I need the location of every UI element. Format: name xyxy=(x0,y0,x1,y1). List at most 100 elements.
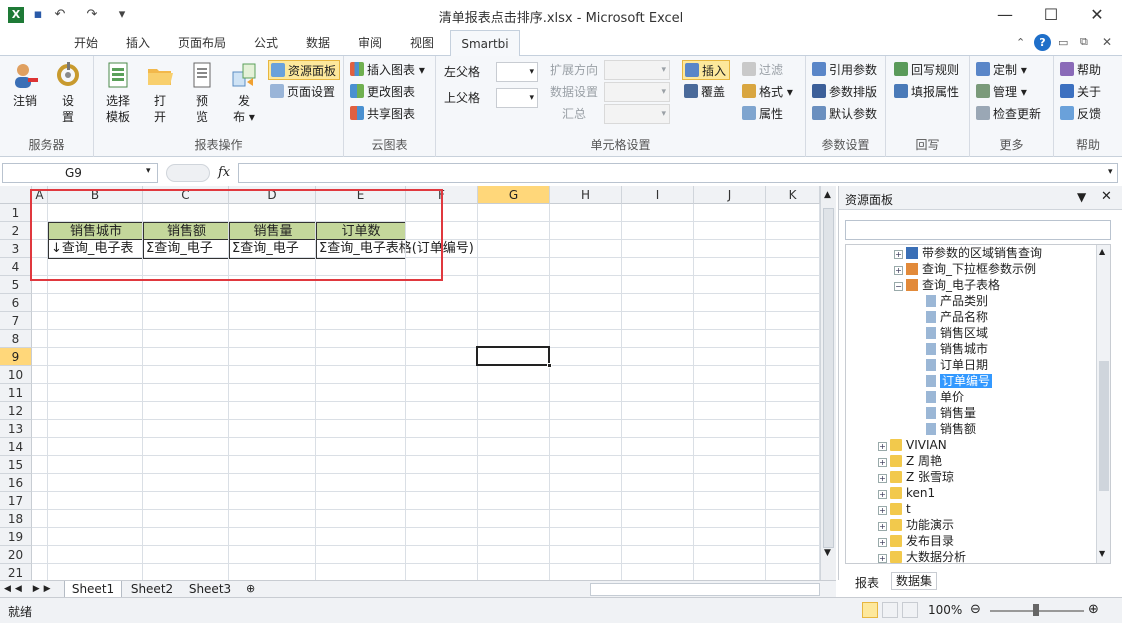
help-icon[interactable]: ? xyxy=(1034,34,1051,51)
row-header-3[interactable]: 3 xyxy=(0,240,32,258)
expand-formula-icon[interactable]: ▾ xyxy=(1108,167,1113,177)
new-sheet-icon[interactable]: ⊕ xyxy=(246,582,255,595)
tree-node[interactable]: + 带参数的区域销售查询 xyxy=(894,245,1042,261)
cite-param-button[interactable]: 引用参数 xyxy=(812,60,877,80)
fill-handle[interactable] xyxy=(547,363,552,368)
expand-icon[interactable]: + xyxy=(878,522,887,531)
settings-button[interactable]: 设 置 xyxy=(48,60,88,125)
sheet-tab-2[interactable]: Sheet2 xyxy=(124,581,180,598)
publish-button[interactable]: 发 布 ▾ xyxy=(226,60,262,125)
tree-node[interactable]: 销售量 xyxy=(926,405,976,421)
close-icon[interactable]: ✕ xyxy=(1074,0,1120,30)
collapse-ribbon-icon[interactable]: ⌃ xyxy=(1016,36,1025,49)
row-header-9[interactable]: 9 xyxy=(0,348,32,366)
tree-node[interactable]: + Z 张雪琼 xyxy=(878,469,954,485)
tab-insert[interactable]: 插入 xyxy=(114,30,162,56)
tree-node[interactable]: 销售城市 xyxy=(926,341,988,357)
expand-icon[interactable]: + xyxy=(878,506,887,515)
page-break-view-icon[interactable] xyxy=(902,602,918,618)
tree-scroll-down-icon[interactable]: ▼ xyxy=(1099,549,1105,558)
row-header-21[interactable]: 21 xyxy=(0,564,32,580)
name-box[interactable]: G9 xyxy=(2,163,158,183)
tab-view[interactable]: 视图 xyxy=(400,30,444,56)
tree-node[interactable]: + VIVIAN xyxy=(878,437,947,453)
zoom-in-icon[interactable]: ⊕ xyxy=(1088,602,1099,617)
tab-review[interactable]: 审阅 xyxy=(348,30,392,56)
sheet-tab-1[interactable]: Sheet1 xyxy=(64,581,122,598)
row-header-13[interactable]: 13 xyxy=(0,420,32,438)
tree-node[interactable]: + 查询_下拉框参数示例 xyxy=(894,261,1036,277)
tree-node[interactable]: + 功能演示 xyxy=(878,517,954,533)
preview-button[interactable]: 预 览 xyxy=(184,60,220,125)
tree-node[interactable]: + ken1 xyxy=(878,485,935,501)
tree-node[interactable]: 订单编号 xyxy=(926,373,993,389)
maximize-icon[interactable]: ☐ xyxy=(1028,0,1074,30)
tree-node[interactable]: 销售区域 xyxy=(926,325,988,341)
writeback-rule-button[interactable]: 回写规则 xyxy=(894,60,959,80)
row-header-6[interactable]: 6 xyxy=(0,294,32,312)
expand-icon[interactable]: + xyxy=(878,538,887,547)
left-parent-select[interactable]: ▾ xyxy=(496,62,538,82)
fill-property-button[interactable]: 填报属性 xyxy=(894,82,959,102)
panel-tab-datasets[interactable]: 数据集 xyxy=(891,572,937,590)
default-param-button[interactable]: 默认参数 xyxy=(812,104,877,124)
change-chart-button[interactable]: 更改图表 xyxy=(350,82,415,102)
check-update-button[interactable]: 检查更新 xyxy=(976,104,1041,124)
collapse-icon[interactable]: − xyxy=(894,282,903,291)
row-header-10[interactable]: 10 xyxy=(0,366,32,384)
panel-close-icon[interactable]: ✕ xyxy=(1101,189,1112,204)
tree-node[interactable]: 产品名称 xyxy=(926,309,988,325)
about-button[interactable]: 关于 xyxy=(1060,82,1101,102)
zoom-out-icon[interactable]: ⊖ xyxy=(970,602,981,617)
window-min-icon[interactable]: ▭ xyxy=(1058,36,1068,49)
row-header-16[interactable]: 16 xyxy=(0,474,32,492)
row-header-14[interactable]: 14 xyxy=(0,438,32,456)
share-chart-button[interactable]: 共享图表 xyxy=(350,104,415,124)
data-setting-select[interactable]: ▾ xyxy=(604,82,670,102)
tree-node[interactable]: + 发布目录 xyxy=(878,533,954,549)
row-header-1[interactable]: 1 xyxy=(0,204,32,222)
horizontal-scrollbar[interactable] xyxy=(590,583,820,596)
column-header-H[interactable]: H xyxy=(550,186,622,204)
row-header-8[interactable]: 8 xyxy=(0,330,32,348)
zoom-slider-thumb[interactable] xyxy=(1033,604,1039,616)
expand-icon[interactable]: + xyxy=(878,490,887,499)
scroll-thumb[interactable] xyxy=(823,208,834,548)
manage-button[interactable]: 管理 ▾ xyxy=(976,82,1027,102)
expand-direction-select[interactable]: ▾ xyxy=(604,60,670,80)
tab-data[interactable]: 数据 xyxy=(296,30,340,56)
format-button[interactable]: 格式 ▾ xyxy=(742,82,793,102)
column-header-J[interactable]: J xyxy=(694,186,766,204)
tree-node[interactable]: + t xyxy=(878,501,911,517)
sheet-tab-3[interactable]: Sheet3 xyxy=(182,581,238,598)
row-header-11[interactable]: 11 xyxy=(0,384,32,402)
minimize-icon[interactable]: — xyxy=(982,0,1028,30)
zoom-level[interactable]: 100% xyxy=(928,603,962,617)
normal-view-icon[interactable] xyxy=(862,602,878,618)
resource-panel-button[interactable]: 资源面板 xyxy=(268,60,340,80)
overwrite-mode-button[interactable]: 覆盖 xyxy=(684,82,725,102)
tree-node[interactable]: + 大数据分析 xyxy=(878,549,966,563)
tab-smartbi[interactable]: Smartbi xyxy=(450,30,520,57)
column-header-I[interactable]: I xyxy=(622,186,694,204)
panel-search-input[interactable] xyxy=(845,220,1111,240)
scroll-down-icon[interactable]: ▼ xyxy=(824,548,831,558)
row-header-2[interactable]: 2 xyxy=(0,222,32,240)
customize-button[interactable]: 定制 ▾ xyxy=(976,60,1027,80)
tab-formulas[interactable]: 公式 xyxy=(244,30,288,56)
tree-node[interactable]: − 查询_电子表格 xyxy=(894,277,1000,293)
row-header-12[interactable]: 12 xyxy=(0,402,32,420)
insert-chart-button[interactable]: 插入图表 ▾ xyxy=(350,60,425,80)
feedback-button[interactable]: 反馈 xyxy=(1060,104,1101,124)
formula-input[interactable] xyxy=(238,163,1118,183)
expand-icon[interactable]: + xyxy=(878,554,887,563)
row-header-4[interactable]: 4 xyxy=(0,258,32,276)
row-header-20[interactable]: 20 xyxy=(0,546,32,564)
row-header-5[interactable]: 5 xyxy=(0,276,32,294)
tree-scroll-thumb[interactable] xyxy=(1099,361,1109,491)
row-header-19[interactable]: 19 xyxy=(0,528,32,546)
property-button[interactable]: 属性 xyxy=(742,104,783,124)
column-header-K[interactable]: K xyxy=(766,186,820,204)
tab-home[interactable]: 开始 xyxy=(62,30,110,56)
sheet-nav-icon[interactable]: ◀◀ ▶▶ xyxy=(4,581,55,597)
